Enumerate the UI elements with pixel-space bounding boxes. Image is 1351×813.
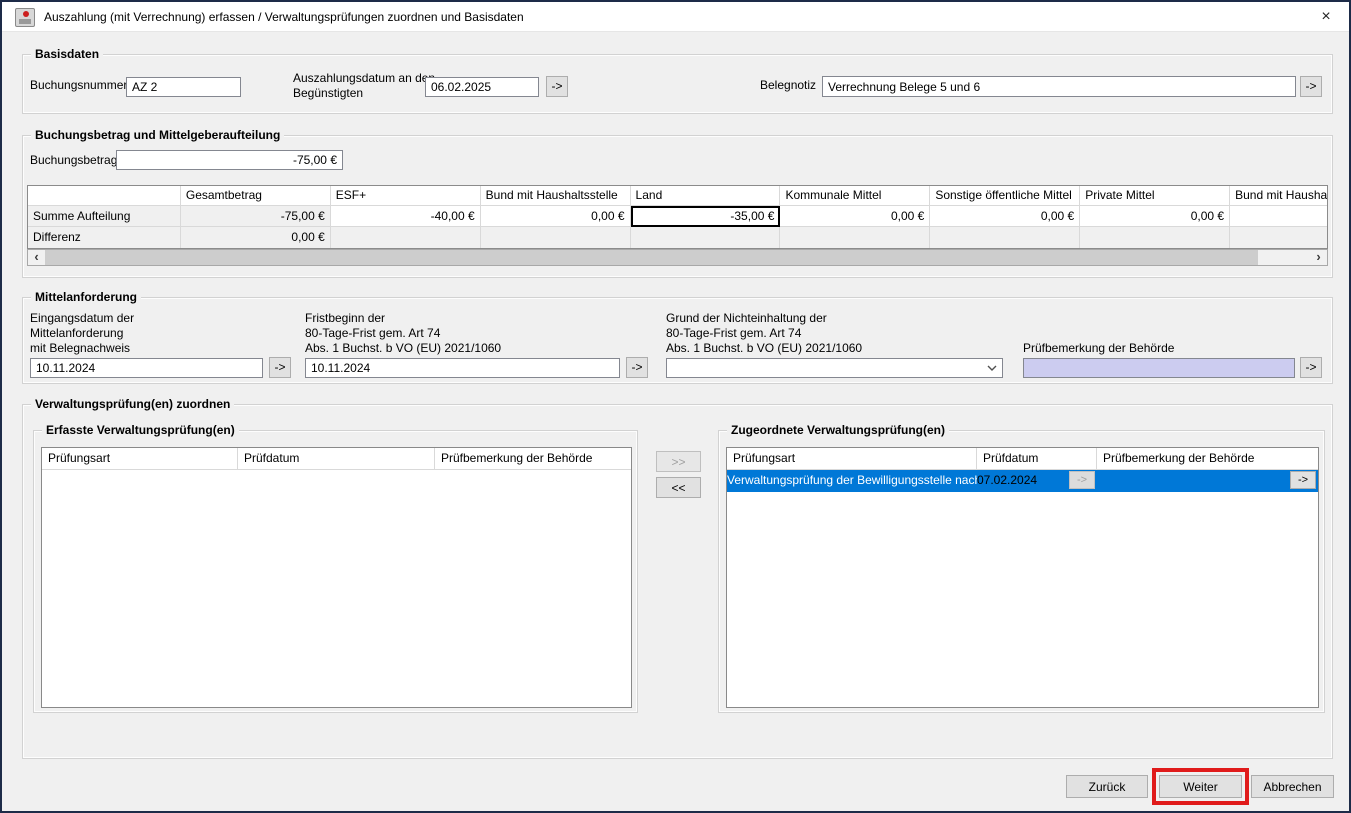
group-zugeordnete-legend: Zugeordnete Verwaltungsprüfung(en) [727,423,949,437]
pruefbemerkung-arrow-button[interactable]: -> [1300,357,1322,378]
eingangsdatum-input[interactable] [30,358,263,378]
column-header-pruefdatum: Prüfdatum [238,448,435,469]
column-header-gesamtbetrag: Gesamtbetrag [181,186,331,206]
cell-bund2 [1230,227,1327,248]
group-erfasste-legend: Erfasste Verwaltungsprüfung(en) [42,423,239,437]
scroll-left-icon[interactable]: ‹ [28,250,45,265]
belegnotiz-label: Belegnotiz [760,78,816,93]
zugeordnete-table[interactable]: Prüfungsart Prüfdatum Prüfbemerkung der … [726,447,1319,708]
window-title: Auszahlung (mit Verrechnung) erfassen / … [44,2,524,32]
transfer-left-button[interactable]: << [656,477,701,498]
cell-bund[interactable]: 0,00 € [481,206,631,227]
group-zuordnen: Verwaltungsprüfung(en) zuordnen Erfasste… [22,404,1333,759]
column-header [28,186,181,206]
column-header-pruefungsart: Prüfungsart [727,448,977,469]
group-basisdaten: Basisdaten Buchungsnummer Auszahlungsdat… [22,54,1333,114]
eingangsdatum-arrow-button[interactable]: -> [269,357,291,378]
column-header-bund: Bund mit Haushaltsstelle [481,186,631,206]
cell-esf [331,227,481,248]
fristbeginn-input[interactable] [305,358,620,378]
buchungsbetrag-input[interactable] [116,150,343,170]
group-erfasste: Erfasste Verwaltungsprüfung(en) Prüfungs… [33,430,638,713]
chevron-down-icon[interactable] [983,360,1001,376]
buchungsbetrag-label: Buchungsbetrag [30,153,117,168]
column-header-bund2: Bund mit Haushalts [1230,186,1327,206]
zurueck-button[interactable]: Zurück [1066,775,1148,798]
buchungsnummer-label: Buchungsnummer [30,78,127,93]
pruefbemerkung-behoerde-input[interactable] [1023,358,1295,378]
dialog-window: Auszahlung (mit Verrechnung) erfassen / … [0,0,1351,813]
column-header-kommunale: Kommunale Mittel [780,186,930,206]
cell-sonstige [930,227,1080,248]
belegnotiz-input[interactable] [822,76,1296,97]
column-header-private: Private Mittel [1080,186,1230,206]
fristbeginn-arrow-button[interactable]: -> [626,357,648,378]
erfasste-header-row: Prüfungsart Prüfdatum Prüfbemerkung der … [42,448,631,470]
cell-pruefdatum[interactable]: 07.02.2024 -> [977,470,1097,492]
cell-bund2[interactable] [1230,206,1327,227]
group-mittelanforderung: Mittelanforderung Eingangsdatum der Mitt… [22,297,1333,384]
title-bar: Auszahlung (mit Verrechnung) erfassen / … [2,2,1349,32]
cell-land-focused[interactable]: -35,00 € [631,206,781,227]
cell-sonstige[interactable]: 0,00 € [930,206,1080,227]
grund-dropdown[interactable] [666,358,1003,378]
cell-private[interactable]: 0,00 € [1080,206,1230,227]
pruefbemerkung-behoerde-label: Prüfbemerkung der Behörde [1023,341,1174,356]
column-header-pruefdatum: Prüfdatum [977,448,1097,469]
auszahlungsdatum-input[interactable] [425,77,539,97]
cell-kommunale[interactable]: 0,00 € [780,206,930,227]
group-buchungsbetrag-legend: Buchungsbetrag und Mittelgeberaufteilung [31,128,284,142]
grund-label: Grund der Nichteinhaltung der 80-Tage-Fr… [666,311,862,356]
row-label: Differenz [28,227,181,248]
column-header-sonstige: Sonstige öffentliche Mittel [930,186,1080,206]
cell-land [631,227,781,248]
column-header-esf: ESF+ [331,186,481,206]
cell-pruefbemerkung[interactable]: -> [1097,470,1318,492]
zugeordnete-header-row: Prüfungsart Prüfdatum Prüfbemerkung der … [727,448,1318,470]
scroll-right-icon[interactable]: › [1310,250,1327,265]
row-label: Summe Aufteilung [28,206,181,227]
pruefbemerkung-value [1097,470,1290,492]
group-basisdaten-legend: Basisdaten [31,47,103,61]
table-header-row: Gesamtbetrag ESF+ Bund mit Haushaltsstel… [28,186,1327,206]
cell-private [1080,227,1230,248]
group-zuordnen-legend: Verwaltungsprüfung(en) zuordnen [31,397,234,411]
pruefdatum-arrow-button[interactable]: -> [1069,471,1095,489]
pruefbemerkung-arrow-button[interactable]: -> [1290,471,1316,489]
table-row-selected[interactable]: Verwaltungsprüfung der Bewilligungsstell… [727,470,1318,492]
cell-gesamtbetrag: 0,00 € [181,227,331,248]
column-header-pruefbemerkung: Prüfbemerkung der Behörde [435,448,631,469]
cell-gesamtbetrag: -75,00 € [181,206,331,227]
horizontal-scrollbar[interactable]: ‹ › [27,249,1328,266]
column-header-pruefbemerkung: Prüfbemerkung der Behörde [1097,448,1318,469]
eingangsdatum-label: Eingangsdatum der Mittelanforderung mit … [30,311,134,356]
buchungsnummer-input[interactable] [126,77,241,97]
table-row-differenz: Differenz 0,00 € [28,227,1327,248]
transfer-right-button[interactable]: >> [656,451,701,472]
cell-bund [481,227,631,248]
group-zugeordnete: Zugeordnete Verwaltungsprüfung(en) Prüfu… [718,430,1325,713]
pruefdatum-value: 07.02.2024 [977,470,1037,492]
scrollbar-thumb[interactable] [45,250,1258,265]
column-header-pruefungsart: Prüfungsart [42,448,238,469]
belegnotiz-arrow-button[interactable]: -> [1300,76,1322,97]
mittelgeber-table: Gesamtbetrag ESF+ Bund mit Haushaltsstel… [27,185,1328,249]
column-header-land: Land [631,186,781,206]
erfasste-table[interactable]: Prüfungsart Prüfdatum Prüfbemerkung der … [41,447,632,708]
abbrechen-button[interactable]: Abbrechen [1251,775,1334,798]
fristbeginn-label: Fristbeginn der 80-Tage-Frist gem. Art 7… [305,311,501,356]
cell-kommunale [780,227,930,248]
cell-pruefungsart[interactable]: Verwaltungsprüfung der Bewilligungsstell… [727,470,977,492]
cell-esf[interactable]: -40,00 € [331,206,481,227]
table-row-summe-aufteilung: Summe Aufteilung -75,00 € -40,00 € 0,00 … [28,206,1327,227]
app-icon [15,8,35,27]
weiter-button[interactable]: Weiter [1159,775,1242,798]
auszahlungsdatum-arrow-button[interactable]: -> [546,76,568,97]
group-mittelanforderung-legend: Mittelanforderung [31,290,141,304]
close-icon[interactable]: × [1309,2,1343,31]
auszahlungsdatum-label: Auszahlungsdatum an den Begünstigten [293,71,435,101]
